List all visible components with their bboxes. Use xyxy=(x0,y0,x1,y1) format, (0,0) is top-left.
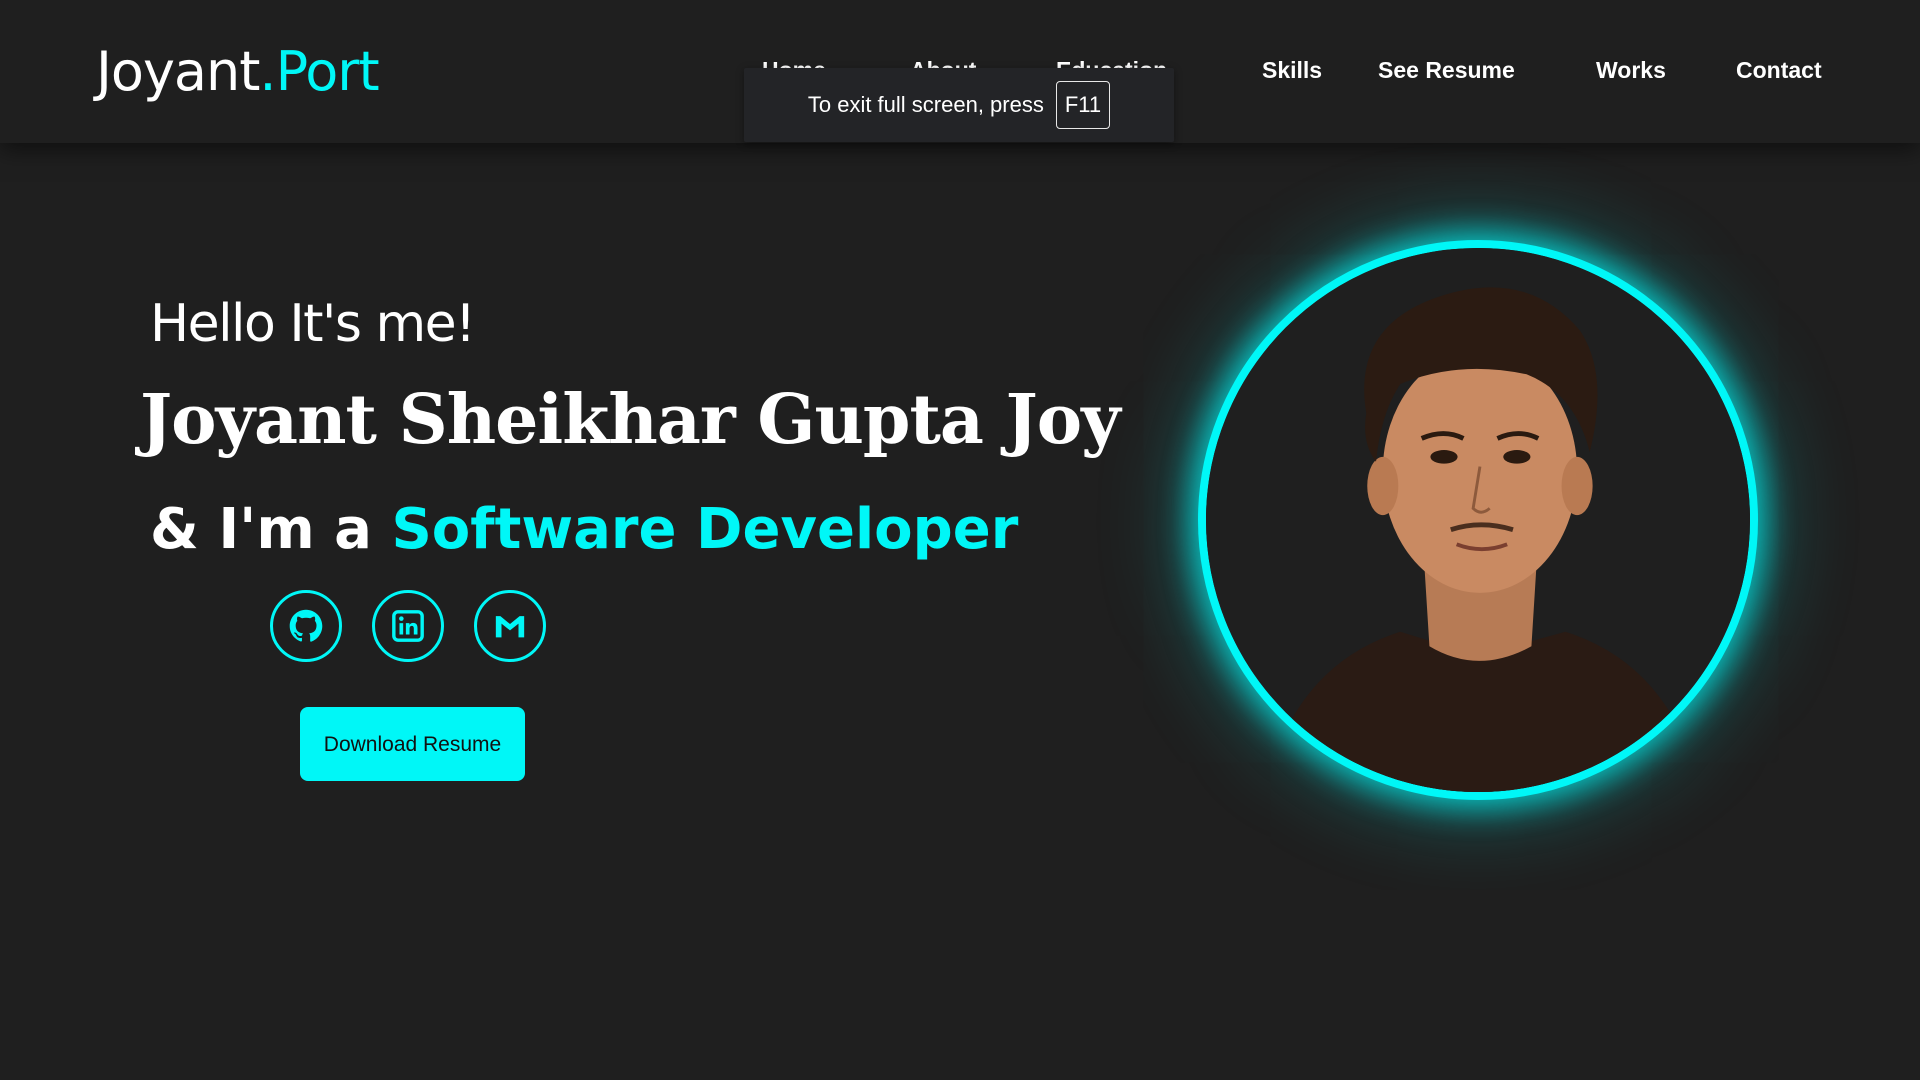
github-link[interactable] xyxy=(270,590,342,662)
nav-contact[interactable]: Contact xyxy=(1736,50,1822,90)
fullscreen-toast-key: F11 xyxy=(1055,81,1111,129)
logo-accent-text: .Port xyxy=(259,40,379,103)
nav-see-resume[interactable]: See Resume xyxy=(1378,50,1515,90)
hero-name: Joyant Sheikhar Gupta Joy xyxy=(140,380,1121,460)
logo[interactable]: Joyant.Port xyxy=(96,32,380,112)
hero-role-title: Software Developer xyxy=(391,497,1019,562)
hero-role: & I'm a Software Developer xyxy=(150,494,1018,566)
hero-role-prefix: & I'm a xyxy=(150,497,392,562)
linkedin-icon xyxy=(392,610,424,642)
github-icon xyxy=(289,609,323,642)
gmail-link[interactable] xyxy=(474,590,546,662)
gmail-icon xyxy=(495,616,525,638)
fullscreen-toast-text: To exit full screen, press xyxy=(807,92,1044,117)
linkedin-link[interactable] xyxy=(372,590,444,662)
download-resume-button[interactable]: Download Resume xyxy=(300,707,525,781)
profile-photo-illustration xyxy=(1206,248,1750,792)
logo-main-text: Joyant xyxy=(96,40,260,103)
nav-skills[interactable]: Skills xyxy=(1262,50,1322,90)
profile-photo xyxy=(1198,240,1758,800)
fullscreen-exit-toast: To exit full screen, press F11 xyxy=(744,68,1174,142)
hero-greeting: Hello It's me! xyxy=(150,294,476,354)
nav-works[interactable]: Works xyxy=(1596,50,1666,90)
social-links xyxy=(270,590,576,662)
